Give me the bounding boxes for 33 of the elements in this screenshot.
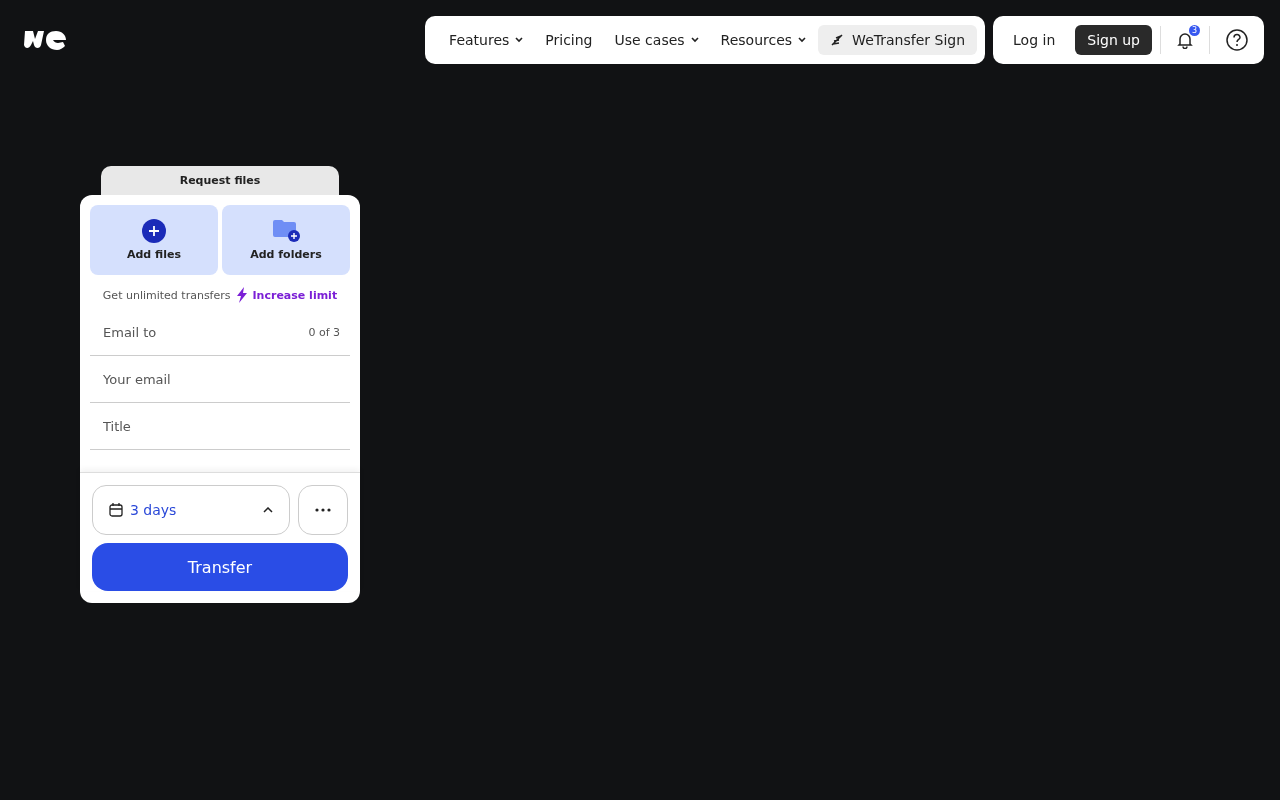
- bell-icon: [1177, 31, 1193, 49]
- increase-limit-link[interactable]: Increase limit: [252, 288, 338, 302]
- lightning-icon: [235, 287, 248, 303]
- login-button[interactable]: Log in: [1001, 26, 1068, 54]
- chevron-down-icon: [515, 37, 524, 43]
- request-files-tab[interactable]: Request files: [101, 166, 339, 196]
- help-icon[interactable]: [1226, 29, 1248, 51]
- sign-button[interactable]: WeTransfer Sign: [818, 25, 978, 55]
- recipient-counter: 0 of 3: [308, 325, 340, 339]
- logo[interactable]: [24, 29, 66, 51]
- signup-button[interactable]: Sign up: [1075, 25, 1152, 55]
- calendar-icon: [109, 503, 123, 517]
- promo-text: Get unlimited transfers: [102, 288, 231, 302]
- add-button[interactable]: Add folders: [222, 205, 350, 275]
- chevron-up-icon: [263, 507, 273, 513]
- input-field[interactable]: Your email: [101, 370, 340, 388]
- expiry-dropdown[interactable]: 3 days: [92, 485, 290, 535]
- input-field[interactable]: Title: [101, 417, 340, 435]
- folder-plus-icon: [272, 219, 300, 243]
- nav-link[interactable]: Features: [441, 26, 532, 54]
- notification-badge: 3: [1189, 25, 1200, 36]
- nav-link[interactable]: Pricing: [537, 26, 601, 54]
- transfer-button[interactable]: Transfer: [92, 543, 348, 591]
- notifications-button[interactable]: 3: [1169, 25, 1201, 55]
- input-field[interactable]: Email to: [101, 323, 309, 341]
- add-button[interactable]: Add files: [90, 205, 218, 275]
- chevron-down-icon: [690, 37, 699, 43]
- more-icon: [315, 508, 331, 512]
- plus-circle-icon: [142, 219, 166, 243]
- nav-link[interactable]: Resources: [712, 26, 815, 54]
- feather-icon: [830, 33, 845, 47]
- chevron-down-icon: [798, 37, 807, 43]
- nav-link[interactable]: Use cases: [606, 26, 707, 54]
